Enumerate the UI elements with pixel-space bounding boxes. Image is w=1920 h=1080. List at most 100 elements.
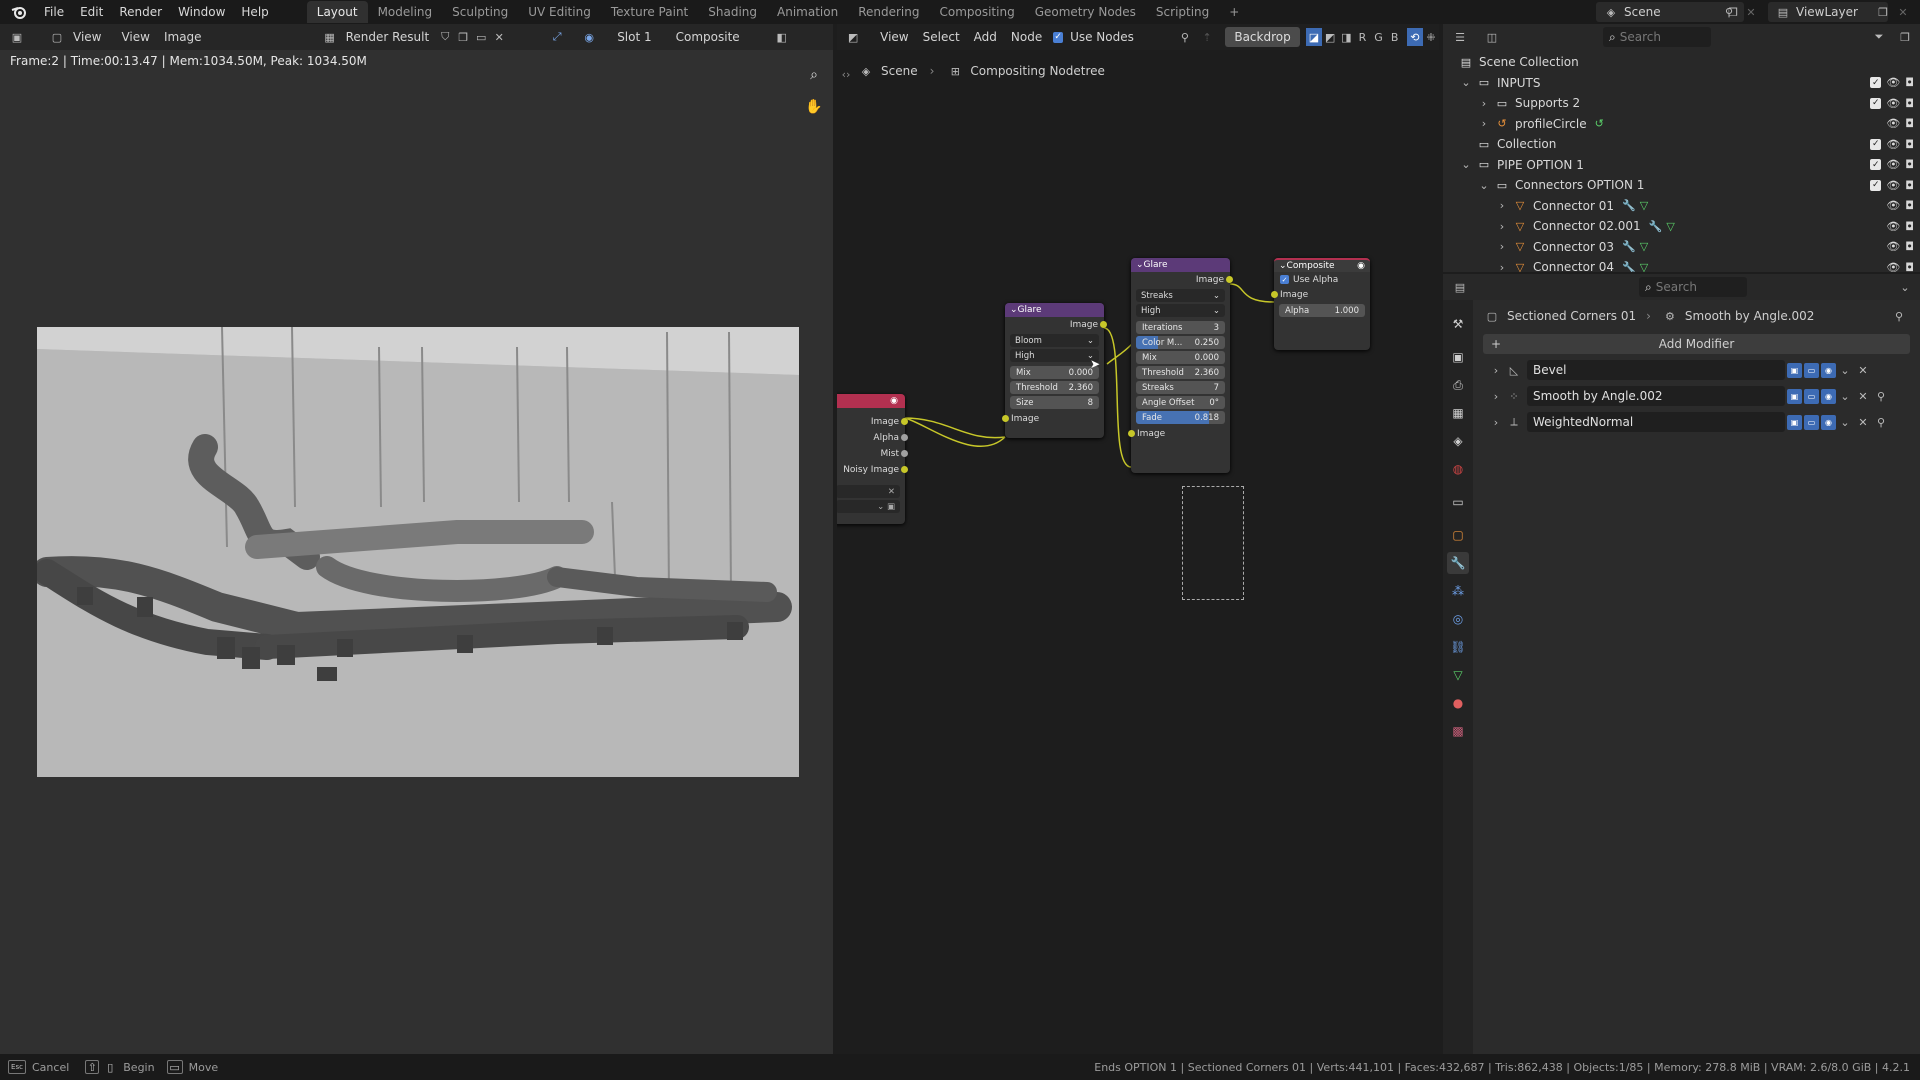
menu-file[interactable]: File (36, 0, 72, 24)
outliner-item[interactable]: ▤ Scene Collection (1443, 52, 1920, 72)
glare2-threshold-field[interactable]: Threshold 2.360 (1136, 366, 1225, 379)
expand-chevron-down-icon[interactable]: ⌄ (1475, 176, 1493, 194)
properties-search-input[interactable]: ⌕ Search (1639, 277, 1747, 297)
camera-icon[interactable]: ◘ (1905, 97, 1914, 110)
constraints-tab-icon[interactable]: ⛓ (1447, 636, 1469, 658)
outliner-item[interactable]: › ▽ Connector 01 🔧 ▽ 👁 ◘ (1443, 196, 1920, 216)
view-layer-selector[interactable]: ▤ ViewLayer (1768, 2, 1888, 22)
render-layers-node-header[interactable]: ◉ (837, 394, 905, 408)
outliner-item[interactable]: › ▽ Connector 04 🔧 ▽ 👁 ◘ (1443, 257, 1920, 272)
render-tab-icon[interactable]: ▣ (1447, 346, 1469, 368)
outliner-item[interactable]: ▭ Collection ✓ 👁 ◘ (1443, 134, 1920, 154)
modifier-wrench-icon[interactable]: 🔧 (1622, 199, 1636, 212)
glare-collapse-icon[interactable]: ⌄ (1010, 305, 1018, 315)
outliner-item[interactable]: ⌄ ▭ PIPE OPTION 1 ✓ 👁 ◘ (1443, 155, 1920, 175)
mesh-data-icon[interactable]: ▽ (1666, 220, 1674, 233)
slot-selector[interactable]: Slot 1 (610, 24, 658, 50)
properties-editor-type-icon[interactable]: ▤ (1451, 278, 1469, 296)
backdrop-alpha-icon[interactable]: ◩ (1322, 28, 1338, 46)
remove-modifier-icon[interactable]: ✕ (1854, 413, 1872, 431)
menu-node-select[interactable]: Select (916, 24, 967, 50)
camera-icon[interactable]: ◘ (1905, 179, 1914, 192)
output-mist-socket[interactable] (901, 450, 908, 457)
curve-data-icon[interactable]: ↺ (1595, 117, 1604, 130)
edit-mode-toggle-icon[interactable]: ▣ (1787, 388, 1802, 404)
remove-modifier-icon[interactable]: ✕ (1854, 361, 1872, 379)
expand-chevron-down-icon[interactable]: ⌄ (1457, 156, 1475, 174)
camera-icon[interactable]: ◘ (1905, 158, 1914, 171)
glare-node-2-header[interactable]: ⌄ Glare (1131, 258, 1230, 272)
backdrop-combined-icon[interactable]: ◨ (1338, 28, 1354, 46)
tab-compositing[interactable]: Compositing (929, 1, 1024, 23)
menu-node-view[interactable]: View (873, 24, 915, 50)
composite-image-socket[interactable] (1271, 291, 1278, 298)
expand-chevron-icon[interactable]: › (1487, 387, 1505, 405)
camera-icon[interactable]: ◘ (1905, 220, 1914, 233)
eye-icon[interactable]: 👁 (1886, 76, 1900, 89)
exclude-checkbox[interactable]: ✓ (1870, 77, 1882, 88)
expand-chevron-right-icon[interactable]: › (1475, 115, 1493, 133)
outliner-editor-type-icon[interactable]: ☰ (1451, 28, 1469, 46)
node-editor-type-icon[interactable]: ◩ (845, 28, 861, 46)
mesh-data-icon[interactable]: ▽ (1640, 240, 1648, 253)
world-tab-icon[interactable]: ◍ (1447, 458, 1469, 480)
modifier-dropdown-icon[interactable]: ⌄ (1836, 413, 1854, 431)
menu-node-node[interactable]: Node (1004, 24, 1049, 50)
layer-dropdown-icon[interactable]: ⌄ ▣ (877, 502, 895, 512)
tab-scripting[interactable]: Scripting (1146, 1, 1219, 23)
tab-shading[interactable]: Shading (698, 1, 767, 23)
tab-rendering[interactable]: Rendering (848, 1, 929, 23)
viewport-toggle-icon[interactable]: ▭ (1804, 362, 1819, 378)
options-chevron-icon[interactable]: ⌄ (1896, 278, 1914, 296)
tab-animation[interactable]: Animation (767, 1, 848, 23)
menu-view[interactable]: View (114, 24, 156, 50)
glare2-input-socket[interactable] (1128, 430, 1135, 437)
eye-icon[interactable]: 👁 (1886, 138, 1900, 151)
outliner-item[interactable]: › ▽ Connector 02.001 🔧 ▽ 👁 ◘ (1443, 216, 1920, 236)
glare1-size-field[interactable]: Size 8 (1010, 396, 1099, 409)
particles-tab-icon[interactable]: ⁂ (1447, 580, 1469, 602)
display-mode-icon[interactable]: ◫ (1483, 28, 1501, 46)
render-layers-node[interactable]: ◉ Image Alpha Mist Noisy Image ✕ ⌄ ▣ (837, 394, 908, 524)
expand-chevron-right-icon[interactable] (1443, 53, 1457, 71)
eye-icon[interactable]: 👁 (1886, 179, 1900, 192)
outliner-item[interactable]: › ↺ profileCircle ↺ 👁 ◘ (1443, 114, 1920, 134)
glare2-iterations-field[interactable]: Iterations 3 (1136, 321, 1225, 334)
composite-render-icon[interactable]: ◉ (1357, 261, 1365, 271)
backdrop-button[interactable]: Backdrop (1225, 27, 1300, 47)
tab-texture-paint[interactable]: Texture Paint (601, 1, 698, 23)
image-mode-icon[interactable]: ▢ (48, 28, 66, 46)
scene-tab-icon[interactable]: ◈ (1447, 430, 1469, 452)
edit-mode-toggle-icon[interactable]: ▣ (1787, 414, 1802, 430)
new-image-icon[interactable]: ❐ (454, 28, 472, 46)
editor-type-icon[interactable]: ▣ (8, 28, 26, 46)
output-image-socket[interactable] (901, 418, 908, 425)
expand-chevron-icon[interactable]: › (1487, 413, 1505, 431)
material-tab-icon[interactable]: ● (1447, 692, 1469, 714)
viewport-toggle-icon[interactable]: ▭ (1804, 414, 1819, 430)
pan-hand-icon[interactable]: ✋ (803, 96, 825, 118)
camera-icon[interactable]: ◘ (1905, 240, 1914, 253)
camera-icon[interactable]: ◘ (1905, 117, 1914, 130)
glare2-angle-offset-field[interactable]: Angle Offset 0° (1136, 396, 1225, 409)
layer-field[interactable]: ⌄ ▣ (837, 500, 900, 513)
sample-tool-icon[interactable]: ⤢ (548, 28, 566, 46)
filter-icon[interactable]: ⏷ (1870, 28, 1888, 46)
eye-icon[interactable]: 👁 (1886, 240, 1900, 253)
modifier-name-field[interactable]: Bevel (1527, 360, 1785, 380)
delete-view-layer-icon[interactable]: ✕ (1894, 3, 1912, 21)
channel-b-button[interactable]: B (1387, 28, 1403, 46)
eye-icon[interactable]: 👁 (1886, 220, 1900, 233)
new-scene-icon[interactable]: ❐ (1724, 3, 1742, 21)
glare-node-2[interactable]: ⌄ Glare Image Streaks ⌄ High ⌄ Iterations 3… (1128, 258, 1233, 473)
render-layer-selector[interactable]: Composite (669, 24, 747, 50)
pin-icon[interactable]: ⚲ (1890, 307, 1908, 325)
glare2-type-select[interactable]: Streaks ⌄ (1136, 289, 1225, 302)
camera-icon[interactable]: ◘ (1905, 138, 1914, 151)
exclude-checkbox[interactable]: ✓ (1870, 159, 1882, 170)
modifier-weighted-normal[interactable]: › ⟂ WeightedNormal ▣ ▭ ◉ ⌄ ✕ ⚲ (1487, 410, 1910, 434)
expand-chevron-right-icon[interactable]: › (1493, 217, 1511, 235)
glare1-threshold-field[interactable]: Threshold 2.360 (1010, 381, 1099, 394)
scene-selector[interactable]: ◈ Scene ⚲ (1596, 2, 1744, 22)
channel-r-button[interactable]: R (1354, 28, 1370, 46)
